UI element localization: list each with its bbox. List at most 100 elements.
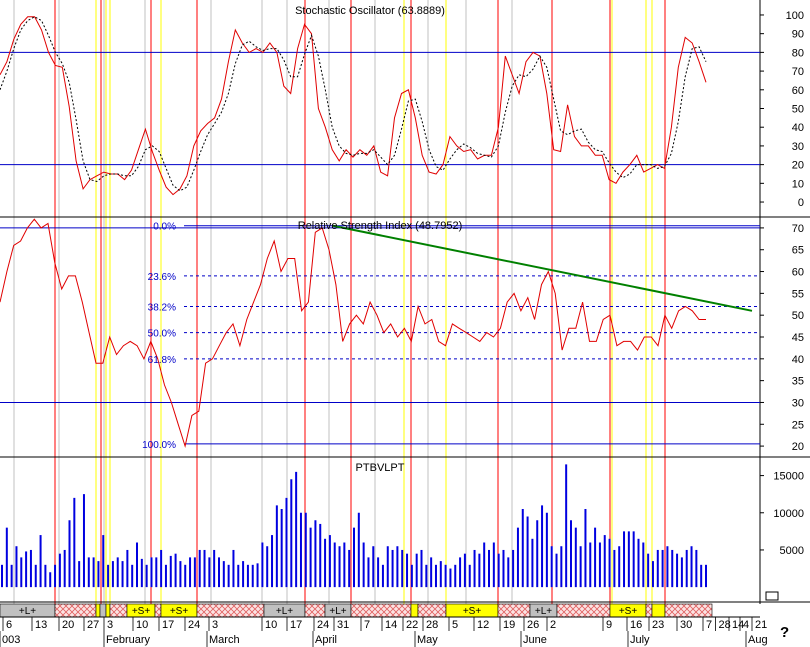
fib-label: 100.0% [142,440,176,451]
x-day-label: 14 [385,619,397,631]
x-day-label: 28 [719,619,731,631]
x-month-label: June [523,634,547,646]
cycle-band-hatch [556,603,611,618]
y-tick-label: 30 [792,397,804,409]
volume-scale-box [765,591,779,601]
cycle-band-strip: +L+ +S+ +S+ +L+ +L+ +S+ +L+ +S+ [0,603,713,618]
x-day-label: 3 [107,619,113,631]
y-tick-label: 30 [792,141,804,153]
cycle-band-hatch [304,603,326,618]
cycle-band-hatch [664,603,713,618]
y-tick-label: 60 [792,85,804,97]
fib-label: 50.0% [148,329,176,340]
cycle-band-label: +L+ [19,606,36,617]
y-tick-label: 15000 [773,471,804,483]
cycle-band-label: +L+ [276,606,293,617]
x-day-label: 3 [212,619,218,631]
cycle-band-hatch [417,603,447,618]
rsi-trendline [332,224,753,312]
x-day-label: 10 [265,619,277,631]
y-tick-label: 50 [792,310,804,322]
x-day-label: 20 [62,619,74,631]
x-day-label: 26 [527,619,539,631]
volume-title: PTBVLPT [356,462,405,474]
y-tick-label: 55 [792,288,804,300]
y-tick-label: 90 [792,29,804,41]
y-tick-label: 10 [792,178,804,190]
cycle-band-label: +L+ [535,606,552,617]
x-day-label: 27 [87,619,99,631]
fib-label: 23.6% [148,272,176,283]
x-day-label: 24 [317,619,329,631]
cycle-band-hatch [54,603,97,618]
x-day-label: 7 [706,619,712,631]
cycle-band-label: +L+ [329,606,346,617]
x-day-label: 23 [652,619,664,631]
x-day-label: 5 [452,619,458,631]
cycle-band-label: +S+ [170,606,189,617]
y-tick-label: 100 [786,10,804,22]
text-layer: Stochastic Oscillator (63.8889) 0.0% 23.6%… [142,5,462,474]
y-tick-label: 5000 [780,545,804,557]
cycle-band-label: +S+ [619,606,638,617]
cycle-band-yellow [651,603,666,618]
x-day-label: 12 [477,619,489,631]
date-axis: 6 13 20 27 3 10 17 24 3 10 17 24 31 7 14 22 28 5 12 19 26 2 9 1… [0,616,768,647]
y-tick-label: 60 [792,267,804,279]
y-tick-label: 10000 [773,508,804,520]
y-tick-label: 25 [792,419,804,431]
cycle-band-yellow [105,603,111,618]
x-month-label: July [630,634,650,646]
fib-label: 38.2% [148,302,176,313]
cycle-band-hatch [196,603,265,618]
x-day-label: 19 [503,619,515,631]
fib-label: 0.0% [153,222,176,233]
x-month-label: February [106,634,151,646]
x-day-label: 10 [136,619,148,631]
cycle-band-hatch [154,603,162,618]
cycle-band-hatch [645,603,653,618]
x-month-label: March [209,634,240,646]
x-month-label: April [315,634,337,646]
x-day-label: 24 [188,619,200,631]
cycle-band-label: +S+ [132,606,151,617]
x-day-label: 7 [364,619,370,631]
x-day-label: 6 [6,619,12,631]
cycle-band-hatch [109,603,128,618]
x-day-label: 2 [550,619,556,631]
x-day-label: 13 [35,619,47,631]
x-day-label: 16 [630,619,642,631]
x-day-label: 21 [755,619,767,631]
rsi-title: Relative Strength Index (48.7952) [298,220,463,232]
cycle-band-hatch [497,603,531,618]
cycle-band-hatch [350,603,412,618]
x-day-label: 31 [337,619,349,631]
y-tick-label: 65 [792,245,804,257]
cycle-lines [13,0,666,604]
x-month-label: Aug [748,634,768,646]
y-tick-label: 50 [792,104,804,116]
y-tick-label: 70 [792,66,804,78]
y-tick-label: 35 [792,376,804,388]
x-day-label: 4 [743,619,749,631]
y-tick-label: 20 [792,160,804,172]
cycle-band-yellow [95,603,101,618]
technical-analysis-chart: 0102030405060708090100202530354045505560… [0,0,810,647]
y-tick-label: 70 [792,223,804,235]
stoch-title: Stochastic Oscillator (63.8889) [295,5,445,17]
fib-label: 61.8% [148,355,176,366]
y-tick-label: 20 [792,441,804,453]
y-tick-label: 0 [798,197,804,209]
x-month-label: May [417,634,438,646]
y-tick-label: 45 [792,332,804,344]
y-tick-label: 40 [792,122,804,134]
cycle-band-label: +S+ [463,606,482,617]
x-month-label: 003 [2,634,20,646]
help-icon[interactable]: ? [780,624,789,641]
x-day-label: 17 [290,619,302,631]
x-day-label: 30 [680,619,692,631]
x-day-label: 28 [426,619,438,631]
y-tick-label: 40 [792,354,804,366]
cycle-band-yellow [410,603,419,618]
y-tick-label: 80 [792,47,804,59]
